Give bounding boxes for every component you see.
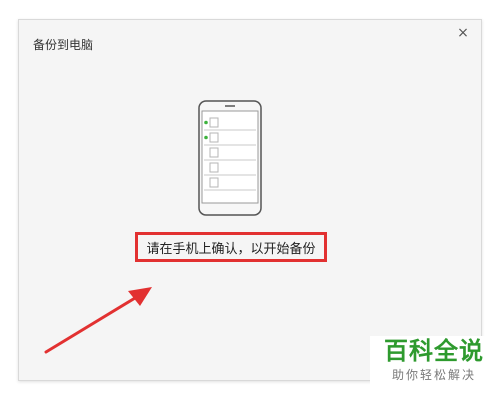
smartphone-icon xyxy=(198,100,262,216)
confirm-message: 请在手机上确认，以开始备份 xyxy=(146,241,316,257)
close-button[interactable]: × xyxy=(455,25,471,41)
check-dot-icon xyxy=(204,120,208,125)
confirm-message-highlight: 请在手机上确认，以开始备份 xyxy=(135,232,327,262)
screenshot-stage: 备份到电脑 × 请在手机上确认，以开始备份 百科全说 助你轻松解决 xyxy=(0,0,500,400)
check-dot-icon xyxy=(204,135,208,140)
dialog-title: 备份到电脑 xyxy=(33,38,94,52)
watermark: 百科全说 助你轻松解决 xyxy=(370,336,498,396)
watermark-title: 百科全说 xyxy=(384,337,484,365)
watermark-subtitle: 助你轻松解决 xyxy=(391,368,476,382)
